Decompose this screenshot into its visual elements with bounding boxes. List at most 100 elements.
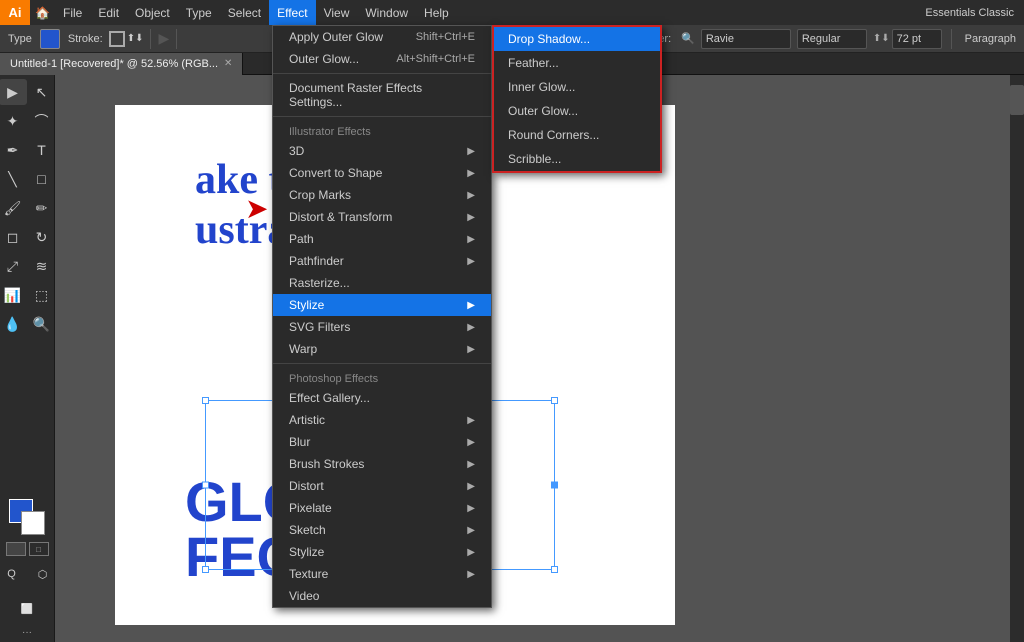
- menu-items: File Edit Object Type Select Effect View…: [55, 0, 457, 25]
- lasso-tool[interactable]: ⌒: [28, 108, 56, 134]
- screen-mode-btn[interactable]: □: [29, 542, 49, 556]
- stroke-label: Stroke:: [64, 33, 107, 45]
- brush-tools: 🖌 ✏: [0, 195, 56, 221]
- stroke-box[interactable]: [109, 31, 125, 47]
- submenu-outer-glow[interactable]: Outer Glow...: [494, 99, 660, 123]
- menu-texture[interactable]: Texture ▶: [273, 563, 491, 585]
- menu-distort-transform[interactable]: Distort & Transform ▶: [273, 206, 491, 228]
- menu-document-raster[interactable]: Document Raster Effects Settings...: [273, 77, 491, 113]
- line-tools: ╲ □: [0, 166, 56, 192]
- magic-wand-tool[interactable]: ✦: [0, 108, 27, 134]
- blend-tool[interactable]: ⬚: [28, 282, 56, 308]
- eraser-tools: ◻ ↻: [0, 224, 56, 250]
- more-tools-btn[interactable]: ···: [22, 627, 32, 638]
- handle-tr[interactable]: [551, 397, 558, 404]
- menu-warp[interactable]: Warp ▶: [273, 338, 491, 360]
- eyedropper-tool[interactable]: 💧: [0, 311, 27, 337]
- workspace-label: Essentials Classic: [925, 7, 1024, 19]
- menu-brush-strokes[interactable]: Brush Strokes ▶: [273, 453, 491, 475]
- shape-tool[interactable]: □: [28, 166, 56, 192]
- scale-tool[interactable]: ⤢: [0, 253, 27, 279]
- menu-edit[interactable]: Edit: [90, 0, 127, 25]
- submenu-drop-shadow[interactable]: Drop Shadow...: [494, 27, 660, 51]
- menu-stylize[interactable]: Stylize ▶: [273, 294, 491, 316]
- close-tab-icon[interactable]: ✕: [224, 58, 232, 69]
- handle-mr[interactable]: [551, 482, 558, 489]
- size-arrows[interactable]: ⬆⬇: [873, 33, 890, 44]
- menu-object[interactable]: Object: [127, 0, 178, 25]
- stylize-submenu: Drop Shadow... Feather... Inner Glow... …: [492, 25, 662, 173]
- handle-tl[interactable]: [202, 397, 209, 404]
- artboard-icon[interactable]: ⬜: [13, 596, 41, 622]
- menu-artistic[interactable]: Artistic ▶: [273, 409, 491, 431]
- expand-arrow[interactable]: ▶: [158, 30, 169, 47]
- submenu-inner-glow[interactable]: Inner Glow...: [494, 75, 660, 99]
- menu-help[interactable]: Help: [416, 0, 457, 25]
- handle-br[interactable]: [551, 566, 558, 573]
- font-input[interactable]: [701, 29, 791, 49]
- paintbrush-tool[interactable]: 🖌: [0, 195, 27, 221]
- menu-stylize2[interactable]: Stylize ▶: [273, 541, 491, 563]
- menu-effect[interactable]: Effect: [269, 0, 315, 25]
- toolbar-separator-3: [951, 29, 952, 49]
- menu-svg-filters[interactable]: SVG Filters ▶: [273, 316, 491, 338]
- zoom-tool[interactable]: 🔍: [28, 311, 56, 337]
- handle-ml[interactable]: [202, 482, 209, 489]
- menu-file[interactable]: File: [55, 0, 90, 25]
- menu-pathfinder[interactable]: Pathfinder ▶: [273, 250, 491, 272]
- menu-distort2[interactable]: Distort ▶: [273, 475, 491, 497]
- search-icon[interactable]: 🔍: [681, 32, 695, 45]
- right-scrollbar[interactable]: [1010, 75, 1024, 642]
- type-tool-label: Type: [4, 33, 36, 45]
- menu-path[interactable]: Path ▶: [273, 228, 491, 250]
- eraser-tool[interactable]: ◻: [0, 224, 27, 250]
- menu-sketch[interactable]: Sketch ▶: [273, 519, 491, 541]
- photoshop-effects-header: Photoshop Effects: [273, 367, 491, 387]
- toolbar-separator-2: [176, 29, 177, 49]
- warp-tool[interactable]: ≋: [28, 253, 56, 279]
- extra-tool-1[interactable]: Q: [0, 561, 26, 587]
- pencil-tool[interactable]: ✏: [28, 195, 56, 221]
- menu-apply-outer-glow[interactable]: Apply Outer Glow Shift+Ctrl+E: [273, 26, 491, 48]
- size-input[interactable]: [892, 29, 942, 49]
- submenu-scribble[interactable]: Scribble...: [494, 147, 660, 171]
- graph-tool[interactable]: 📊: [0, 282, 27, 308]
- menu-blur[interactable]: Blur ▶: [273, 431, 491, 453]
- menu-outer-glow[interactable]: Outer Glow... Alt+Shift+Ctrl+E: [273, 48, 491, 70]
- illustrator-effects-header: Illustrator Effects: [273, 120, 491, 140]
- menu-type[interactable]: Type: [178, 0, 220, 25]
- fill-color-swatch[interactable]: [40, 29, 60, 49]
- line-tool[interactable]: ╲: [0, 166, 27, 192]
- menu-video[interactable]: Video: [273, 585, 491, 607]
- handle-bl[interactable]: [202, 566, 209, 573]
- home-button[interactable]: 🏠: [30, 0, 55, 25]
- stroke-arrows[interactable]: ⬆⬇: [127, 33, 144, 44]
- menu-effect-gallery[interactable]: Effect Gallery...: [273, 387, 491, 409]
- fg-bg-colors[interactable]: [9, 499, 45, 535]
- pen-tool[interactable]: ✒: [0, 137, 27, 163]
- menu-window[interactable]: Window: [357, 0, 416, 25]
- menu-view[interactable]: View: [316, 0, 358, 25]
- submenu-feather[interactable]: Feather...: [494, 51, 660, 75]
- color-tools: □ Q ⬡: [0, 495, 61, 591]
- direct-selection-tool[interactable]: ↖: [28, 79, 56, 105]
- normal-mode-btn[interactable]: [6, 542, 26, 556]
- menu-crop-marks[interactable]: Crop Marks ▶: [273, 184, 491, 206]
- style-input[interactable]: [797, 29, 867, 49]
- submenu-round-corners[interactable]: Round Corners...: [494, 123, 660, 147]
- rotate-tool[interactable]: ↻: [28, 224, 56, 250]
- background-color[interactable]: [21, 511, 45, 535]
- menu-pixelate[interactable]: Pixelate ▶: [273, 497, 491, 519]
- artboard-tool[interactable]: ⬜: [13, 596, 41, 622]
- type-tool[interactable]: T: [28, 137, 56, 163]
- menu-rasterize[interactable]: Rasterize...: [273, 272, 491, 294]
- scroll-thumb[interactable]: [1010, 85, 1024, 115]
- menu-3d[interactable]: 3D ▶: [273, 140, 491, 162]
- menu-select[interactable]: Select: [220, 0, 269, 25]
- right-toolbar: Character: 🔍 ⬆⬇ Paragraph: [616, 29, 1020, 49]
- extra-tool-2[interactable]: ⬡: [29, 561, 57, 587]
- graph-tools: 📊 ⬚: [0, 282, 56, 308]
- active-tab[interactable]: Untitled-1 [Recovered]* @ 52.56% (RGB...…: [0, 53, 243, 75]
- menu-convert-to-shape[interactable]: Convert to Shape ▶: [273, 162, 491, 184]
- selection-tool[interactable]: ▶: [0, 79, 27, 105]
